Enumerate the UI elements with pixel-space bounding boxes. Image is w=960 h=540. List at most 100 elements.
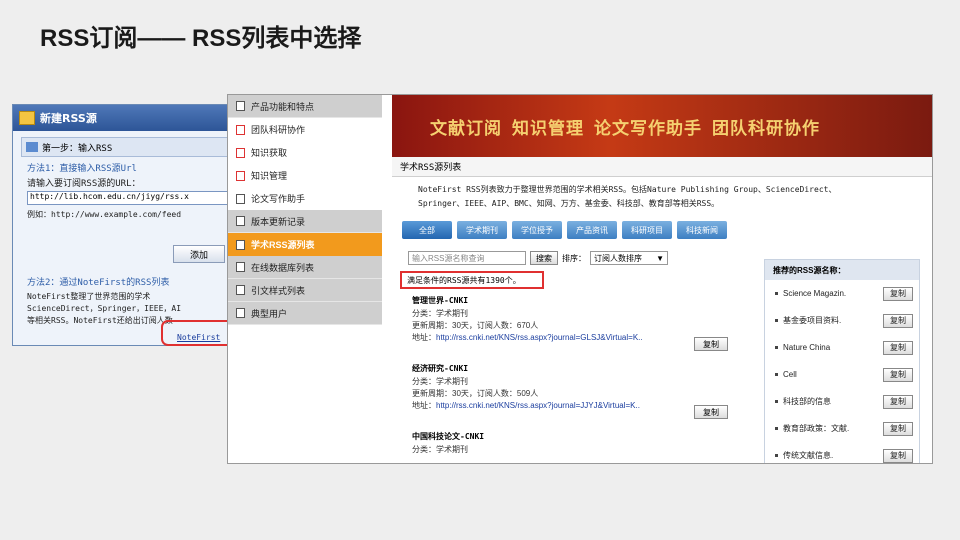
doc-icon [236, 193, 245, 204]
menu-item[interactable]: 产品功能和特点 [228, 95, 382, 118]
menu-item[interactable]: 知识管理 [228, 164, 382, 187]
menu-item[interactable]: 典型用户 [228, 302, 382, 325]
list-item: 中国科技论文-CNKI 分类：学术期刊 [412, 431, 742, 463]
item-name[interactable]: 经济研究-CNKI [412, 363, 742, 376]
bullet-icon [775, 292, 778, 295]
tab-degrees[interactable]: 学位授予 [512, 221, 562, 239]
sort-value: 订阅人数排序 [594, 253, 642, 263]
recommend-panel: 推荐的RSS源名称： Science Magazin. 复制 基金委项目资料. 复制… [764, 259, 920, 463]
menu-item[interactable]: 论文写作助手 [228, 187, 382, 210]
intro-text: NoteFirst RSS列表致力于整理世界范围的学术相关RSS。包括Natur… [392, 177, 932, 211]
banner-item[interactable]: 团队科研协作 [712, 114, 820, 139]
menu-item-label: 知识管理 [251, 171, 288, 181]
bullet-icon [775, 427, 778, 430]
copy-button[interactable]: 复制 [883, 313, 913, 328]
menu-item[interactable]: 在线数据库列表 [228, 256, 382, 279]
section-title: 学术RSS源列表 [392, 157, 932, 177]
bullet-icon [775, 454, 778, 457]
recommend-name[interactable]: Nature China [783, 343, 830, 352]
search-input[interactable]: 输入RSS源名称查询 [408, 251, 526, 265]
tab-products[interactable]: 产品资讯 [567, 221, 617, 239]
tab-all[interactable]: 全部 [402, 221, 452, 239]
copy-button[interactable]: 复制 [694, 337, 728, 351]
recommend-name[interactable]: 传统文献信息. [783, 450, 833, 461]
copy-button[interactable]: 复制 [883, 340, 913, 355]
recommend-item: Science Magazin. 复制 [765, 280, 919, 307]
rss-list: 管理世界-CNKI 分类：学术期刊 更新周期：30天，订阅人数：670人 地址：… [412, 295, 742, 463]
browser-window: 产品功能和特点 团队科研协作 知识获取 知识管理 论文写作助手 版本更新记录 学… [227, 94, 933, 464]
copy-button[interactable]: 复制 [883, 367, 913, 382]
item-meta: 更新周期：30天，订阅人数：509人 [412, 389, 539, 398]
tab-journals[interactable]: 学术期刊 [457, 221, 507, 239]
search-bar: 输入RSS源名称查询 搜索 排序： 订阅人数排序 ▼ [408, 251, 668, 265]
method2-line3: 等相关RSS。NoteFirst还给出订阅人数 [27, 316, 173, 325]
list-item: 管理世界-CNKI 分类：学术期刊 更新周期：30天，订阅人数：670人 地址：… [412, 295, 742, 363]
chevron-down-icon: ▼ [656, 253, 664, 263]
bullet-icon [775, 346, 778, 349]
menu-item[interactable]: 知识获取 [228, 141, 382, 164]
recommend-title: 推荐的RSS源名称： [765, 260, 919, 280]
menu-item-label: 在线数据库列表 [251, 262, 315, 273]
content-pane: 文献订阅 知识管理 论文写作助手 团队科研协作 学术RSS源列表 NoteFir… [392, 95, 932, 463]
copy-button[interactable]: 复制 [883, 448, 913, 463]
step-header: 第一步：输入RSS [21, 137, 231, 157]
banner-item[interactable]: 知识管理 [512, 114, 584, 139]
menu-item[interactable]: 引文样式列表 [228, 279, 382, 302]
address-link[interactable]: http://rss.cnki.net/KNS/rss.aspx?journal… [436, 401, 640, 410]
doc-icon [236, 216, 245, 226]
address-label: 地址： [412, 333, 436, 342]
tab-projects[interactable]: 科研项目 [622, 221, 672, 239]
item-meta: 更新周期：30天，订阅人数：670人 [412, 321, 539, 330]
recommend-name[interactable]: 科技部的信息 [783, 396, 831, 407]
item-name[interactable]: 管理世界-CNKI [412, 295, 742, 308]
item-address: 地址：http://rss.cnki.net/KNS/rss.aspx?jour… [412, 400, 742, 412]
menu-item-label: 论文写作助手 [251, 194, 306, 204]
address-link[interactable]: http://rss.cnki.net/KNS/rss.aspx?journal… [436, 333, 643, 342]
menu-item-label: 知识获取 [251, 148, 288, 158]
doc-icon [236, 147, 245, 158]
recommend-name[interactable]: Science Magazin. [783, 289, 846, 298]
recommend-name[interactable]: 基金委项目资料. [783, 315, 841, 326]
recommend-item: Nature China 复制 [765, 334, 919, 361]
menu-item-active[interactable]: 学术RSS源列表 [228, 233, 382, 256]
recommend-item: 科技部的信息 复制 [765, 388, 919, 415]
bullet-icon [775, 400, 778, 403]
recommend-item: Cell 复制 [765, 361, 919, 388]
menu-item[interactable]: 版本更新记录 [228, 210, 382, 233]
menu-item-label: 典型用户 [251, 308, 288, 319]
dialog-title: 新建RSS源 [40, 112, 97, 125]
bullet-icon [775, 319, 778, 322]
menu-item-label: 学术RSS源列表 [251, 240, 315, 250]
total-count: 满足条件的RSS源共有1390个。 [400, 271, 544, 289]
item-name[interactable]: 中国科技论文-CNKI [412, 431, 742, 444]
menu-item-label: 引文样式列表 [251, 285, 306, 296]
tab-news[interactable]: 科技新闻 [677, 221, 727, 239]
method2-label: 方法2：通过NoteFirst的RSS列表 [27, 278, 170, 288]
copy-button[interactable]: 复制 [694, 405, 728, 419]
method2-line2: ScienceDirect，Springer，IEEE，AI [27, 304, 182, 313]
banner-item[interactable]: 论文写作助手 [594, 114, 702, 139]
url-input[interactable]: http://lib.hcom.edu.cn/jiyg/rss.x [27, 191, 231, 205]
banner-item[interactable]: 文献订阅 [430, 114, 502, 139]
site-banner: 文献订阅 知识管理 论文写作助手 团队科研协作 [392, 95, 932, 157]
copy-button[interactable]: 复制 [883, 394, 913, 409]
add-button[interactable]: 添加 [173, 245, 225, 263]
copy-button[interactable]: 复制 [883, 421, 913, 436]
method2-text: NoteFirst整理了世界范围的学术 ScienceDirect，Spring… [27, 291, 181, 327]
doc-icon [236, 239, 245, 250]
sort-select[interactable]: 订阅人数排序 ▼ [590, 251, 668, 265]
menu-item[interactable]: 团队科研协作 [228, 118, 382, 141]
dialog-titlebar: 新建RSS源 [13, 105, 231, 131]
search-button[interactable]: 搜索 [530, 251, 558, 265]
item-category: 分类：学术期刊 [412, 309, 468, 318]
copy-button[interactable]: 复制 [883, 286, 913, 301]
menu-item-label: 产品功能和特点 [251, 101, 315, 112]
doc-icon [236, 308, 245, 318]
bullet-icon [775, 373, 778, 376]
rss-section: 学术RSS源列表 NoteFirst RSS列表致力于整理世界范围的学术相关RS… [392, 157, 932, 211]
recommend-name[interactable]: 教育部政策：文献. [783, 423, 849, 434]
slide-title: RSS订阅—— RSS列表中选择 [40, 25, 362, 52]
sort-label: 排序： [562, 253, 586, 263]
doc-icon [236, 124, 245, 135]
recommend-name[interactable]: Cell [783, 370, 797, 379]
